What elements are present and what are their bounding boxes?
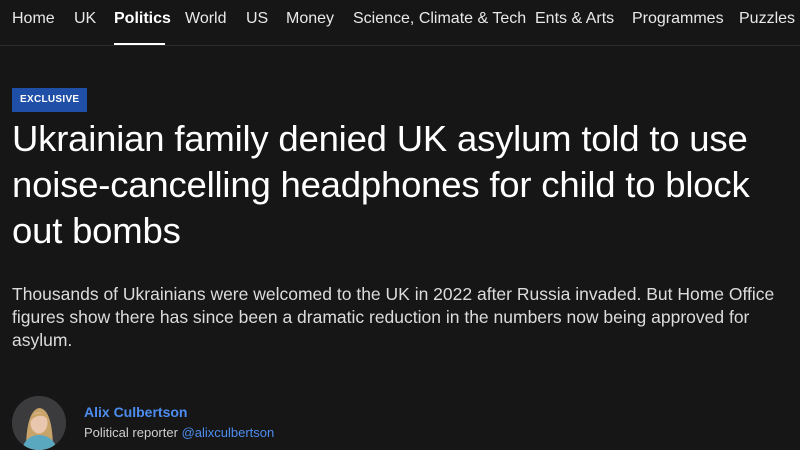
- author-avatar[interactable]: [12, 396, 66, 450]
- nav-item-money[interactable]: Money: [286, 9, 334, 29]
- nav-item-programmes[interactable]: Programmes: [632, 9, 724, 29]
- author-handle-link[interactable]: @alixculbertson: [182, 425, 275, 440]
- exclusive-badge: EXCLUSIVE: [12, 88, 88, 112]
- nav-item-us[interactable]: US: [246, 9, 268, 29]
- article-standfirst: Thousands of Ukrainians were welcomed to…: [12, 284, 775, 350]
- nav-item-uk[interactable]: UK: [74, 9, 96, 29]
- author-role: Political reporter: [84, 425, 178, 440]
- author-role-line: Political reporter @alixculbertson: [84, 424, 274, 441]
- nav-item-world[interactable]: World: [185, 9, 227, 29]
- nav-item-home[interactable]: Home: [12, 9, 55, 29]
- nav-item-science-climate-tech[interactable]: Science, Climate & Tech: [353, 9, 526, 29]
- nav-item-puzzles[interactable]: Puzzles: [739, 9, 795, 29]
- author-photo-icon: [12, 396, 66, 450]
- top-navigation: Home UK Politics World US Money Science,…: [0, 0, 800, 46]
- article-headline: Ukrainian family denied UK asylum told t…: [12, 118, 750, 251]
- nav-item-politics[interactable]: Politics: [114, 9, 171, 29]
- author-name[interactable]: Alix Culbertson: [84, 403, 187, 421]
- active-tab-indicator: [114, 43, 165, 45]
- nav-item-ents-arts[interactable]: Ents & Arts: [535, 9, 614, 29]
